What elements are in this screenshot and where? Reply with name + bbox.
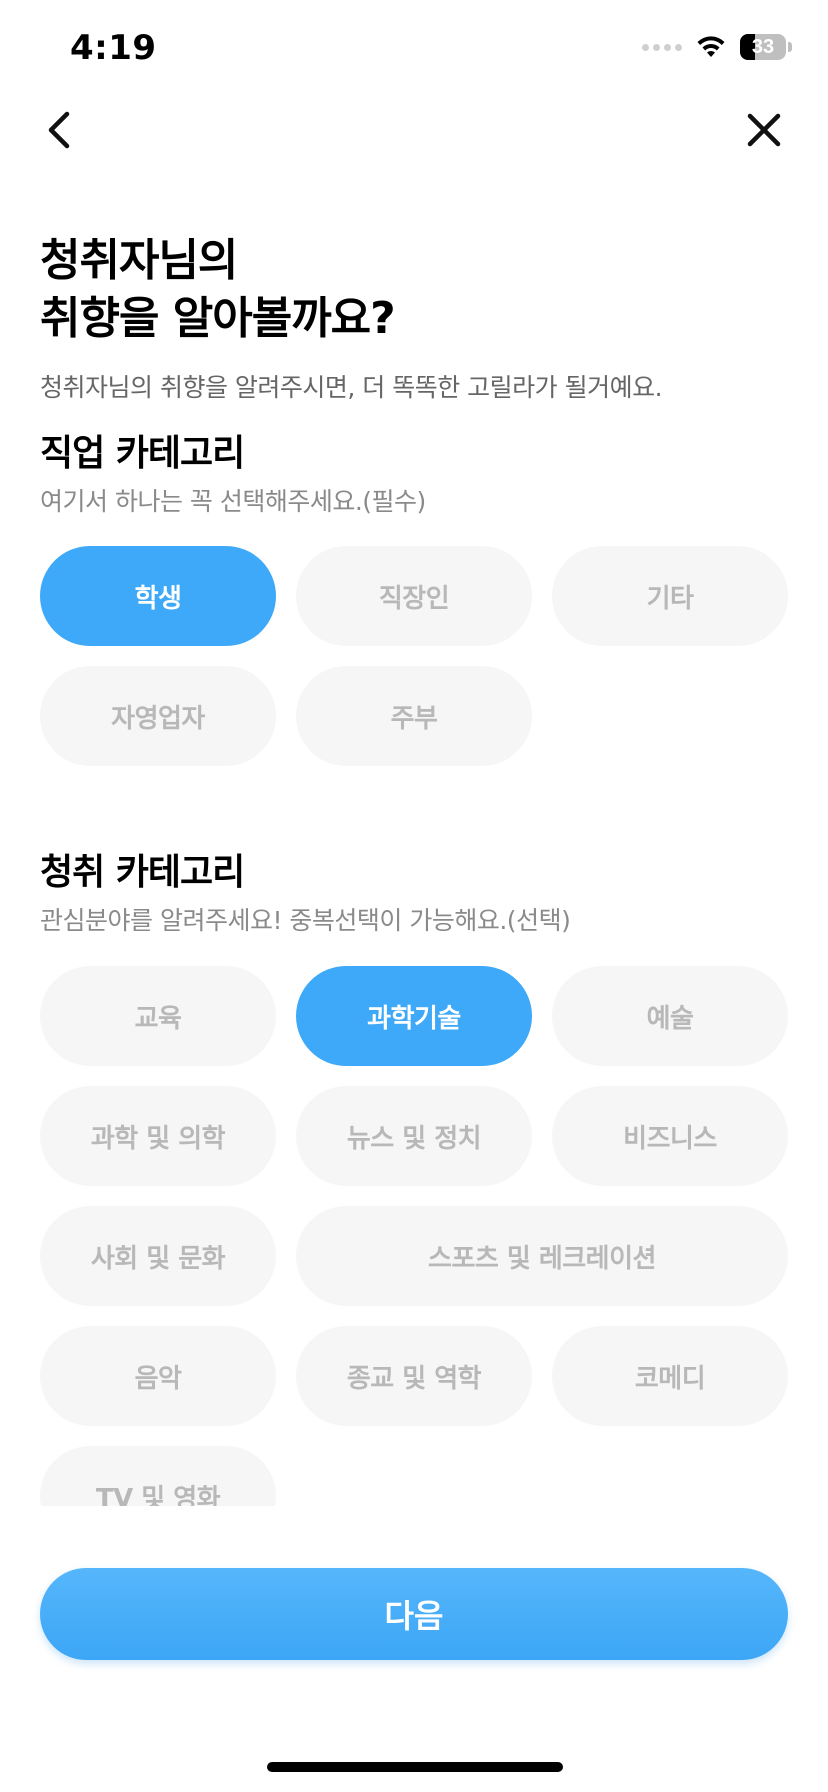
job-section-hint: 여기서 하나는 꼭 선택해주세요.(필수) (40, 487, 426, 516)
listen-chip-business[interactable]: 비즈니스 (552, 1086, 788, 1186)
battery-cap (788, 42, 792, 52)
listen-chip-society-culture[interactable]: 사회 및 문화 (40, 1206, 276, 1306)
listen-chip-tv-film[interactable]: TV 및 영화 (40, 1446, 276, 1506)
home-indicator (267, 1762, 563, 1772)
back-button[interactable] (36, 106, 84, 154)
listen-chip-science-tech[interactable]: 과학기술 (296, 966, 532, 1066)
page-title: 청취자님의 취향을 알아볼까요? (40, 232, 396, 348)
cellular-signal-icon (642, 43, 682, 51)
job-chip-student[interactable]: 학생 (40, 546, 276, 646)
next-button[interactable]: 다음 (40, 1568, 788, 1660)
listen-chip-religion[interactable]: 종교 및 역학 (296, 1326, 532, 1426)
listen-section-title: 청취 카테고리 (40, 852, 245, 893)
close-icon (747, 113, 781, 147)
page-title-line1: 청취자님의 (40, 235, 238, 286)
listen-chip-music[interactable]: 음악 (40, 1326, 276, 1426)
listen-chip-science-medicine[interactable]: 과학 및 의학 (40, 1086, 276, 1186)
status-time: 4:19 (70, 28, 157, 68)
job-chip-other[interactable]: 기타 (552, 546, 788, 646)
scroll-clip-area: TV 및 영화 (0, 1436, 828, 1506)
listen-chip-comedy[interactable]: 코메디 (552, 1326, 788, 1426)
job-chip-self-employed[interactable]: 자영업자 (40, 666, 276, 766)
battery-icon: 33 (740, 34, 786, 60)
job-section-title: 직업 카테고리 (40, 433, 245, 474)
close-button[interactable] (740, 106, 788, 154)
listen-chip-sports-recreation[interactable]: 스포츠 및 레크레이션 (296, 1206, 788, 1306)
status-icons: 33 (642, 34, 792, 60)
listen-chip-education[interactable]: 교육 (40, 966, 276, 1066)
chevron-left-icon (48, 111, 70, 149)
page-title-line2: 취향을 알아볼까요? (40, 293, 396, 344)
listen-section-hint: 관심분야를 알려주세요! 중복선택이 가능해요.(선택) (40, 906, 571, 935)
page-subtitle: 청취자님의 취향을 알려주시면, 더 똑똑한 고릴라가 될거예요. (40, 373, 663, 402)
job-chip-homemaker[interactable]: 주부 (296, 666, 532, 766)
listen-chip-news-politics[interactable]: 뉴스 및 정치 (296, 1086, 532, 1186)
battery-level: 33 (751, 35, 775, 58)
status-bar: 4:19 33 (0, 0, 828, 100)
listen-chip-arts[interactable]: 예술 (552, 966, 788, 1066)
job-chip-office-worker[interactable]: 직장인 (296, 546, 532, 646)
wifi-icon (697, 36, 725, 57)
